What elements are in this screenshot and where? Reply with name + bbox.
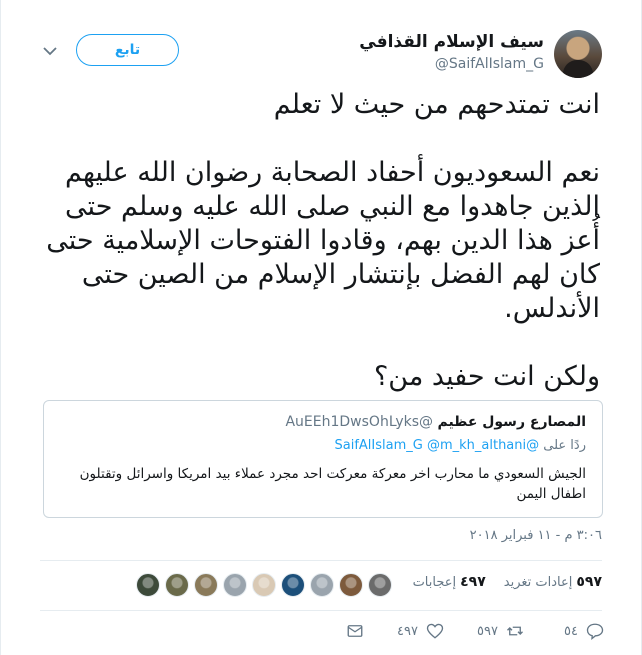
divider — [40, 610, 602, 611]
author-avatar[interactable] — [554, 30, 602, 78]
retweet-icon — [507, 626, 523, 636]
author-handle[interactable]: @SaifAlIslam_G — [435, 56, 544, 72]
likers-avatars — [136, 573, 392, 597]
tweet-line: انت تمتدحهم من حيث لا تعلم — [273, 89, 600, 120]
liker-avatar[interactable] — [136, 573, 160, 597]
quote-author-name: المصارع رسول عظيم — [437, 414, 586, 430]
liker-avatar[interactable] — [165, 573, 189, 597]
tweet-line: ولكن انت حفيد من؟ — [373, 361, 600, 392]
author-display-name[interactable]: سيف الإسلام القذافي — [359, 32, 544, 52]
direct-message-button[interactable] — [340, 622, 364, 640]
liker-avatar[interactable] — [223, 573, 247, 597]
envelope-icon — [347, 625, 363, 637]
tweet-timestamp[interactable]: ٣:٠٦ م - ١١ فبراير ٢٠١٨ — [470, 528, 602, 543]
quote-author-handle: @AuEEh1DwsOhLyks — [285, 414, 434, 430]
liker-avatar[interactable] — [281, 573, 305, 597]
reply-mentions[interactable]: @SaifAlIslam_G @m_kh_althani — [335, 438, 540, 453]
tweet-actions: ٥٤ ٥٩٧ ٤٩٧ — [340, 622, 604, 640]
quote-text: الجيش السعودي ما محارب اخر معركة معركت ا… — [79, 466, 586, 502]
liker-avatar[interactable] — [252, 573, 276, 597]
retweets-label[interactable]: إعادات تغريد — [504, 575, 573, 590]
tweet-line: نعم السعوديون أحفاد الصحابة رضوان الله ع… — [46, 157, 600, 324]
likes-label[interactable]: إعجابات — [413, 575, 457, 590]
like-count: ٤٩٧ — [397, 623, 418, 639]
reply-icon — [586, 623, 604, 640]
likes-count[interactable]: ٤٩٧ — [460, 574, 486, 590]
tweet-text: انت تمتدحهم من حيث لا تعلم نعم السعوديون… — [40, 88, 600, 394]
tweet-stats: ٥٩٧ إعادات تغريد ٤٩٧ إعجابات — [413, 574, 602, 590]
divider — [40, 560, 602, 561]
liker-avatar[interactable] — [368, 573, 392, 597]
liker-avatar[interactable] — [194, 573, 218, 597]
reply-count: ٥٤ — [564, 623, 578, 639]
chevron-down-icon[interactable] — [40, 41, 60, 61]
quote-reply-context: ردًا على @SaifAlIslam_G @m_kh_althani — [335, 438, 587, 453]
reply-prefix: ردًا على — [543, 438, 586, 453]
retweet-count: ٥٩٧ — [477, 623, 498, 639]
liker-avatar[interactable] — [339, 573, 363, 597]
heart-icon — [426, 623, 444, 639]
reply-button[interactable]: ٥٤ — [524, 622, 604, 640]
quoted-tweet[interactable]: المصارع رسول عظيم @AuEEh1DwsOhLyks ردًا … — [43, 400, 603, 518]
retweet-button[interactable]: ٥٩٧ — [444, 622, 524, 640]
quote-header: المصارع رسول عظيم @AuEEh1DwsOhLyks — [285, 414, 586, 430]
retweets-count[interactable]: ٥٩٧ — [576, 574, 602, 590]
left-border — [0, 0, 1, 655]
liker-avatar[interactable] — [310, 573, 334, 597]
like-button[interactable]: ٤٩٧ — [364, 622, 444, 640]
follow-button[interactable]: تابع — [76, 34, 179, 66]
